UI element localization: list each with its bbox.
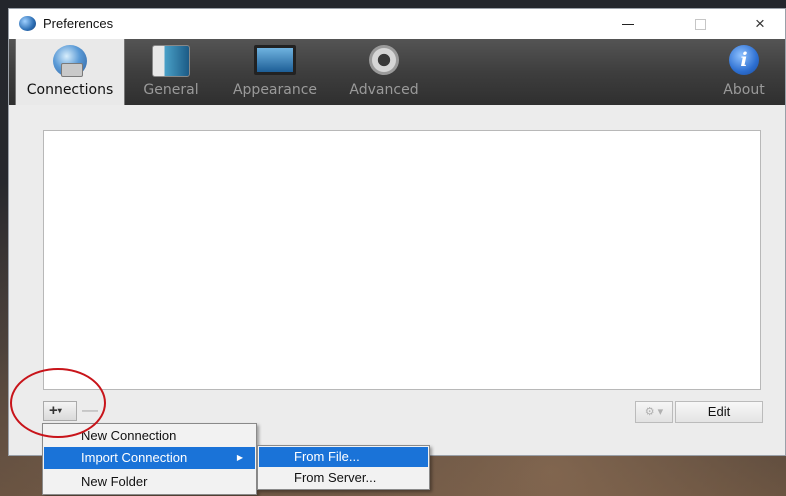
app-icon <box>19 16 36 31</box>
import-submenu: From File... From Server... <box>257 445 430 490</box>
submenu-item-label: From Server... <box>294 470 377 485</box>
tab-general[interactable]: General <box>127 39 215 105</box>
tab-connections[interactable]: Connections <box>15 39 125 105</box>
submenu-arrow-icon: ▶ <box>236 453 243 462</box>
submenu-item-from-server[interactable]: From Server... <box>259 468 428 488</box>
general-icon <box>152 45 190 77</box>
close-icon: × <box>755 14 765 33</box>
minimize-button[interactable] <box>605 9 651 39</box>
tab-label: Connections <box>26 82 114 98</box>
menu-item-label: New Connection <box>81 428 177 443</box>
gear-icon <box>369 45 399 75</box>
tab-label: About <box>723 82 765 98</box>
connections-icon <box>53 45 87 77</box>
tab-advanced[interactable]: Advanced <box>339 39 429 105</box>
tab-label: General <box>143 82 199 98</box>
connections-list[interactable] <box>43 130 761 390</box>
close-button[interactable]: × <box>737 9 783 39</box>
menu-item-label: Import Connection <box>81 450 188 465</box>
edit-button[interactable]: Edit <box>675 401 763 423</box>
title-bar: Preferences × <box>9 9 785 39</box>
info-icon: i <box>729 45 759 75</box>
menu-item-import-connection[interactable]: Import Connection ▶ <box>44 447 255 469</box>
action-menu-button[interactable]: ⚙ ▾ <box>635 401 673 423</box>
tab-about[interactable]: i About <box>711 39 777 105</box>
window-title: Preferences <box>43 16 114 31</box>
submenu-item-from-file[interactable]: From File... <box>259 447 428 467</box>
tab-appearance[interactable]: Appearance <box>223 39 327 105</box>
menu-item-label: New Folder <box>81 474 148 489</box>
tab-label: Appearance <box>232 82 318 98</box>
menu-item-new-folder[interactable]: New Folder <box>44 471 255 493</box>
annotation-circle <box>10 368 106 438</box>
appearance-icon <box>254 45 296 75</box>
maximize-button[interactable] <box>677 9 723 39</box>
submenu-item-label: From File... <box>294 449 360 464</box>
preferences-window: Preferences × Connections General Appear… <box>8 8 786 456</box>
tab-label: Advanced <box>349 82 419 98</box>
preferences-toolbar: Connections General Appearance Advanced … <box>9 39 785 105</box>
